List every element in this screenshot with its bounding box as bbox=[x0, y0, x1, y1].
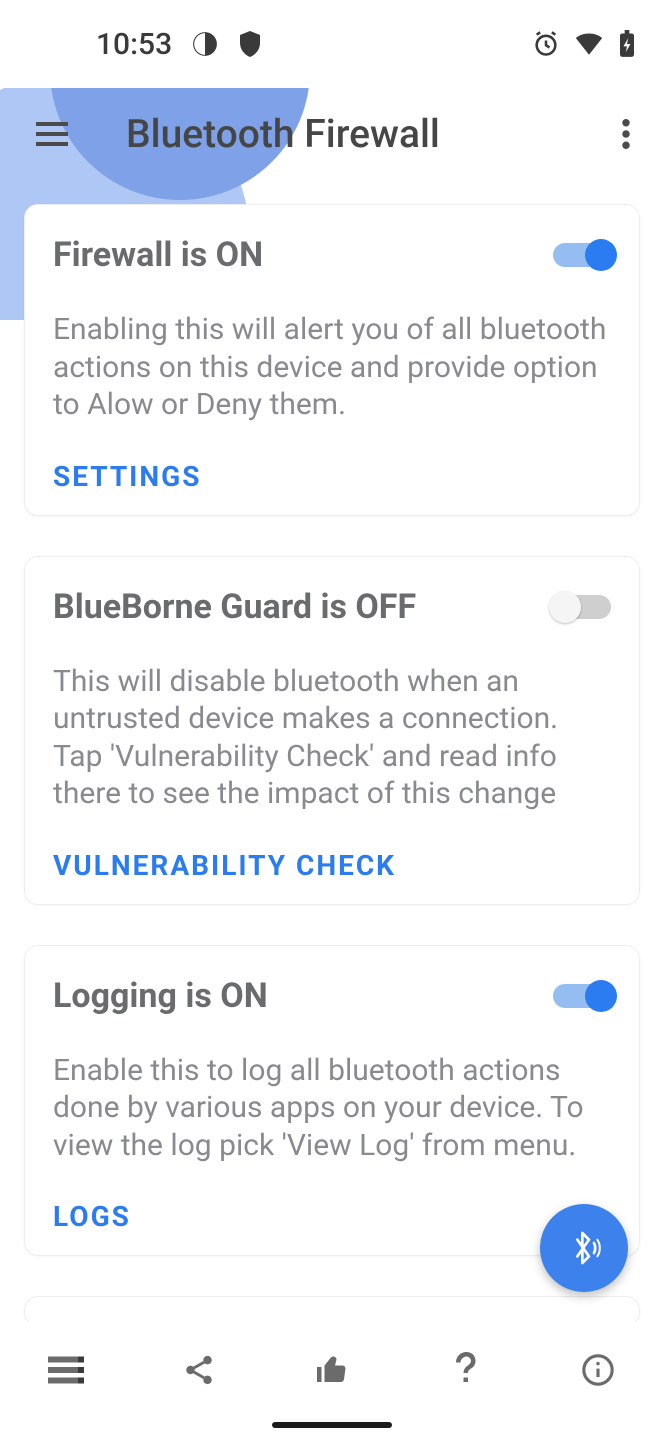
list-icon[interactable] bbox=[42, 1346, 90, 1394]
more-options-button[interactable] bbox=[602, 110, 650, 158]
blueborne-toggle[interactable] bbox=[553, 595, 611, 619]
firewall-card: Firewall is ON Enabling this will alert … bbox=[24, 204, 640, 516]
wifi-icon bbox=[574, 32, 604, 56]
status-time: 10:53 bbox=[96, 27, 172, 62]
firewall-toggle[interactable] bbox=[553, 243, 611, 267]
shield-icon bbox=[238, 30, 262, 58]
vulnerability-check-button[interactable]: VULNERABILITY CHECK bbox=[53, 849, 611, 882]
firewall-card-title: Firewall is ON bbox=[53, 235, 263, 275]
thumbs-up-icon[interactable] bbox=[308, 1346, 356, 1394]
hamburger-menu-button[interactable] bbox=[28, 110, 76, 158]
logs-button[interactable]: LOGS bbox=[53, 1200, 611, 1233]
app-title: Bluetooth Firewall bbox=[126, 111, 602, 157]
battery-icon bbox=[618, 30, 636, 58]
share-icon[interactable] bbox=[175, 1346, 223, 1394]
logging-toggle[interactable] bbox=[553, 984, 611, 1008]
alarm-icon bbox=[532, 30, 560, 58]
app-bar: Bluetooth Firewall bbox=[0, 88, 664, 180]
info-icon[interactable] bbox=[574, 1346, 622, 1394]
settings-button[interactable]: SETTINGS bbox=[53, 460, 611, 493]
bluetooth-scan-fab[interactable] bbox=[540, 1204, 628, 1292]
logging-card-description: Enable this to log all bluetooth actions… bbox=[53, 1052, 611, 1165]
blueborne-card: BlueBorne Guard is OFF This will disable… bbox=[24, 556, 640, 905]
blueborne-card-description: This will disable bluetooth when an untr… bbox=[53, 663, 611, 813]
help-icon[interactable] bbox=[441, 1346, 489, 1394]
bottom-nav-bar bbox=[0, 1322, 664, 1440]
logging-card: Logging is ON Enable this to log all blu… bbox=[24, 945, 640, 1257]
blueborne-card-title: BlueBorne Guard is OFF bbox=[53, 587, 416, 627]
status-bar: 10:53 bbox=[0, 0, 664, 88]
logging-card-title: Logging is ON bbox=[53, 976, 268, 1016]
dnd-icon bbox=[192, 31, 218, 57]
firewall-card-description: Enabling this will alert you of all blue… bbox=[53, 311, 611, 424]
main-content: Firewall is ON Enabling this will alert … bbox=[0, 180, 664, 1326]
nav-handle[interactable] bbox=[272, 1422, 392, 1428]
